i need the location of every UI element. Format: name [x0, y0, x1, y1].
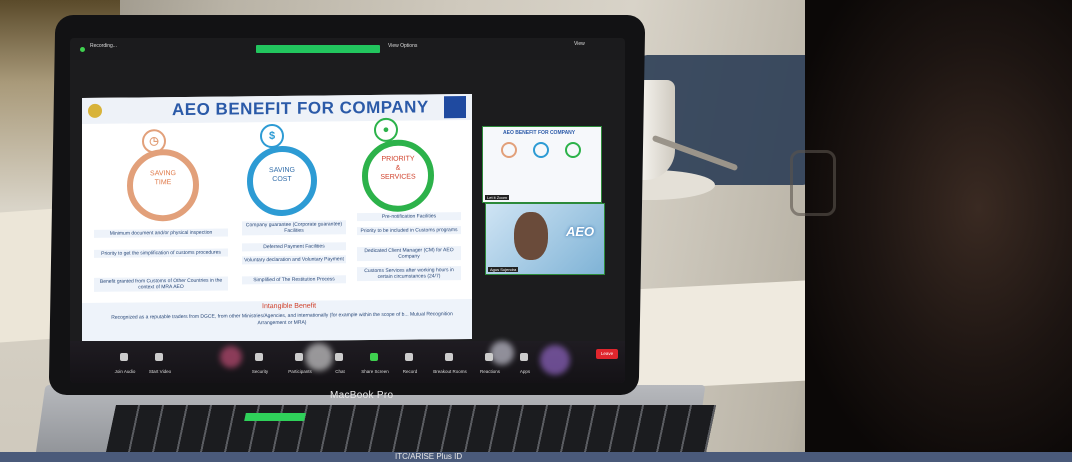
- dollar-icon: $: [260, 123, 284, 149]
- share-screen-icon[interactable]: [370, 353, 378, 361]
- leave-button[interactable]: Leave: [596, 349, 618, 359]
- toolbar-start-video[interactable]: Start Video: [140, 369, 180, 374]
- laptop-brand-label: MacBook Pro: [330, 390, 394, 401]
- participant-face: [514, 212, 548, 260]
- saving-time-item: Minimum document and/or physical inspect…: [94, 228, 228, 238]
- saving-time-item: Priority to get the simplification of cu…: [94, 248, 228, 258]
- toolbar-share-screen[interactable]: Share Screen: [355, 369, 395, 374]
- record-icon[interactable]: [405, 353, 413, 361]
- priority-item: Priority to be included in Customs progr…: [357, 226, 461, 236]
- zoom-top-bar: Recording... View Options View: [70, 38, 625, 60]
- intangible-benefit-panel: Intangible Benefit Recognized as a reput…: [82, 298, 472, 344]
- saving-cost-item: Simplified of The Restitution Process: [242, 275, 346, 285]
- bokeh-light: [305, 343, 333, 371]
- slide-thumbnail[interactable]: AEO BENEFIT FOR COMPANY Let it Zoom: [482, 126, 602, 203]
- saving-cost-label: SAVING COST: [252, 166, 312, 185]
- customs-logo-icon: [88, 103, 102, 118]
- saving-cost-item: Deferred Payment Facilities: [242, 242, 346, 252]
- thumbnail-circle-icon: [565, 142, 581, 158]
- thumbnail-circle-icon: [501, 142, 517, 158]
- recording-label: Recording...: [90, 43, 117, 49]
- toolbar-security[interactable]: Security: [240, 369, 280, 374]
- view-options-button[interactable]: View Options: [388, 43, 417, 49]
- apps-icon[interactable]: [520, 353, 528, 361]
- toolbar-apps[interactable]: Apps: [505, 369, 545, 374]
- banner-text: ITC/ARISE Plus ID: [395, 452, 463, 461]
- participant-video[interactable]: AEO Agus Sujendra: [485, 203, 605, 275]
- reactions-icon[interactable]: [485, 353, 493, 361]
- slide-header: AEO BENEFIT FOR COMPANY: [82, 93, 472, 125]
- chat-icon[interactable]: [335, 353, 343, 361]
- video-camera-icon[interactable]: [155, 353, 163, 361]
- glasses: [790, 150, 836, 216]
- services-label: SERVICES: [380, 173, 416, 181]
- saving-cost-item: Company guarantee (Corporate guarantee) …: [242, 220, 346, 236]
- zoom-screen: Recording... View Options View AEO BENEF…: [70, 38, 625, 383]
- intangible-benefit-title: Intangible Benefit: [262, 302, 317, 311]
- saving-cost-label-2: COST: [272, 175, 292, 184]
- priority-item: Customs Services after working hours in …: [357, 266, 461, 282]
- toolbar-record[interactable]: Record: [390, 369, 430, 374]
- bottom-banner: [0, 452, 1072, 462]
- priority-item: Pre-notification Facilities: [357, 212, 461, 222]
- participant-name: Agus Sujendra: [488, 267, 519, 272]
- person-icon: ●: [374, 117, 398, 142]
- recording-dot-icon: [80, 47, 85, 52]
- document-paper: [627, 280, 813, 390]
- shield-icon[interactable]: [255, 353, 263, 361]
- saving-time-label: SAVING TIME: [133, 169, 193, 188]
- zoom-toolbar: Join Audio Start Video Security Particip…: [70, 341, 625, 383]
- toolbar-breakout-rooms[interactable]: Breakout Rooms: [430, 369, 470, 374]
- priority-services-label: PRIORITY & SERVICES: [368, 154, 428, 182]
- person-silhouette: [805, 0, 1072, 462]
- saving-time-label-2: TIME: [154, 179, 172, 187]
- view-button[interactable]: View: [574, 41, 585, 47]
- microphone-icon[interactable]: [120, 353, 128, 361]
- priority-item: Dedicated Client Manager (CM) for AEO Co…: [357, 246, 461, 262]
- toolbar-participants[interactable]: Participants: [280, 369, 320, 374]
- thumbnail-circle-icon: [533, 142, 549, 158]
- screen-share-bar[interactable]: [256, 45, 380, 53]
- toolbar-reactions[interactable]: Reactions: [470, 369, 510, 374]
- keyboard-light: [244, 413, 306, 421]
- saving-time-item: Benefit granted from Customs of Other Co…: [94, 276, 228, 292]
- shared-slide: AEO BENEFIT FOR COMPANY ◷ SAVING TIME Mi…: [82, 93, 472, 344]
- thumbnail-label: Let it Zoom: [485, 195, 510, 200]
- ministry-logo-icon: [444, 96, 466, 119]
- toolbar-join-audio[interactable]: Join Audio: [105, 369, 145, 374]
- saving-cost-item: Voluntary declaration and Voluntary Paym…: [242, 255, 346, 265]
- toolbar-chat[interactable]: Chat: [320, 369, 360, 374]
- breakout-rooms-icon[interactable]: [445, 353, 453, 361]
- thumbnail-title: AEO BENEFIT FOR COMPANY: [503, 130, 576, 136]
- slide-title: AEO BENEFIT FOR COMPANY: [172, 97, 429, 120]
- aeo-logo: AEO: [566, 224, 595, 239]
- participants-icon[interactable]: [295, 353, 303, 361]
- bokeh-light: [220, 346, 242, 368]
- intangible-benefit-text: Recognized as a reputable traders from D…: [111, 311, 453, 327]
- bokeh-light: [490, 341, 514, 365]
